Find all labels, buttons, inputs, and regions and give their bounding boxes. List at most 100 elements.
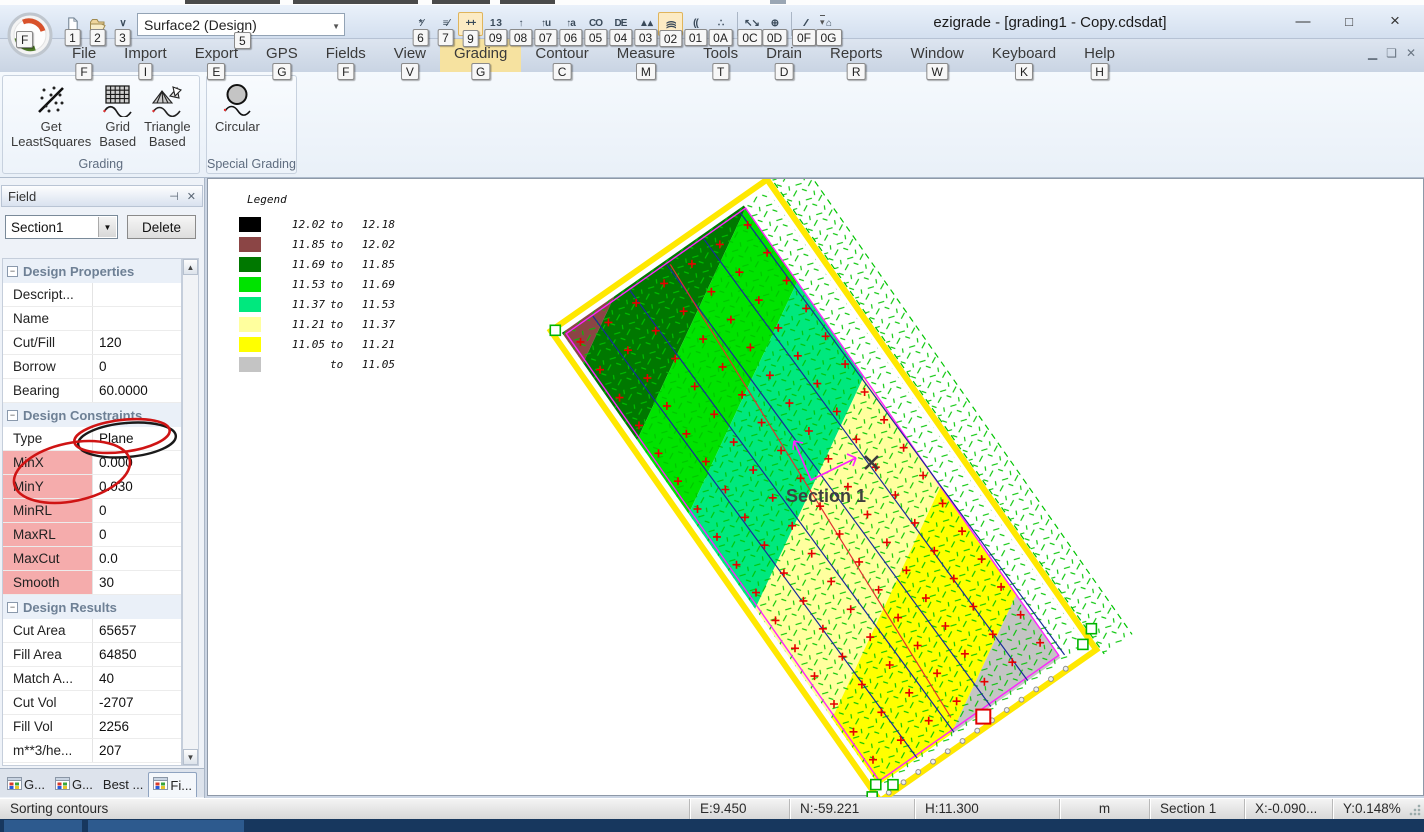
property-value[interactable]: 65657 xyxy=(93,619,181,642)
grid-based-button[interactable]: GridBased xyxy=(95,78,140,156)
arcs-button[interactable]: ((01 xyxy=(683,12,708,36)
one-three-button[interactable]: 1 309 xyxy=(483,12,508,36)
property-value[interactable]: 64850 xyxy=(93,643,181,666)
property-value[interactable]: -2707 xyxy=(93,691,181,714)
drawing-canvas[interactable]: Section 1 Legend 12.02to12.1811.85to12.0… xyxy=(207,178,1424,796)
panel-tab-label: G... xyxy=(72,777,93,792)
plus-plus-button[interactable]: ++9 xyxy=(458,12,483,36)
collapse-icon[interactable]: − xyxy=(7,602,18,613)
keytip-badge: E xyxy=(207,63,225,80)
ribbon-options-chevron-icon[interactable]: ▾ xyxy=(820,15,825,27)
property-value[interactable]: 2256 xyxy=(93,715,181,738)
tab-label: Help xyxy=(1084,45,1115,62)
property-value[interactable]: 0 xyxy=(93,523,181,546)
arrow-up-a-button[interactable]: ↑a06 xyxy=(558,12,583,36)
property-value[interactable]: 0.0 xyxy=(93,547,181,570)
dots-button[interactable]: ∴0A xyxy=(708,12,733,36)
resize-grip[interactable] xyxy=(1408,803,1422,817)
chevron-down-button[interactable]: ∨3 xyxy=(110,12,135,36)
section-title: Design Properties xyxy=(23,264,134,279)
panel-title: Field xyxy=(8,189,36,204)
minimize-button[interactable]: — xyxy=(1280,7,1326,35)
panel-tab-fi[interactable]: Fi... xyxy=(148,772,197,797)
triangles-icon: ▲▴ xyxy=(639,19,652,29)
dots-icon: ∴ xyxy=(718,19,723,29)
tab-view[interactable]: ViewV xyxy=(380,39,440,72)
property-value[interactable]: 207 xyxy=(93,739,181,762)
tab-help[interactable]: HelpH xyxy=(1070,39,1129,72)
legend-entry: 11.37to11.53 xyxy=(239,294,395,314)
keytip-badge: 08 xyxy=(509,29,532,46)
mdi-restore-button[interactable]: ❏ xyxy=(1386,47,1397,59)
triangles-button[interactable]: ▲▴03 xyxy=(633,12,658,36)
collapse-icon[interactable]: − xyxy=(7,410,18,421)
surface-selector-combobox[interactable]: Surface2 (Design) ▼ 5 xyxy=(137,13,345,36)
property-value[interactable]: 120 xyxy=(93,331,181,354)
property-label: MinX xyxy=(3,451,93,474)
application-window: F 12∨3 Surface2 (Design) ▼ 5 *∕6≡∕7++91 … xyxy=(0,0,1424,832)
scroll-up-icon[interactable]: ▲ xyxy=(183,259,198,275)
legend-entry: 11.21to11.37 xyxy=(239,314,395,334)
property-value[interactable] xyxy=(93,307,181,330)
mdi-close-button[interactable]: ✕ xyxy=(1406,47,1416,59)
surface-selector-value: Surface2 (Design) xyxy=(144,17,257,33)
application-menu-button[interactable]: F xyxy=(7,12,53,58)
expand-arrows-button[interactable]: ↖↘0C xyxy=(737,12,762,36)
target-button[interactable]: ⊕0D xyxy=(762,12,787,36)
close-button[interactable]: × xyxy=(1372,7,1418,35)
panel-tab-best[interactable]: Best ... xyxy=(98,772,148,797)
keytip-badge: 03 xyxy=(634,29,657,46)
keytip-badge: T xyxy=(712,63,729,80)
property-grid-scrollbar[interactable]: ▲ ▼ xyxy=(182,258,199,766)
tab-fields[interactable]: FieldsF xyxy=(312,39,380,72)
group-label: Special Grading xyxy=(207,156,296,173)
property-value[interactable]: 0 xyxy=(93,499,181,522)
tab-label: Keyboard xyxy=(992,45,1056,62)
panel-close-icon[interactable]: ✕ xyxy=(187,190,196,203)
section-header-design-results[interactable]: −Design Results xyxy=(3,595,181,619)
arrow-up-bar-button[interactable]: ↑08 xyxy=(508,12,533,36)
collapse-icon[interactable]: − xyxy=(7,266,18,277)
property-value[interactable]: 0.000 xyxy=(93,451,181,474)
get-leastsquares-button[interactable]: GetLeastSquares xyxy=(7,78,95,156)
levels-line-button[interactable]: ≡∕7 xyxy=(433,12,458,36)
delete-button[interactable]: Delete xyxy=(127,215,196,239)
new-document-button[interactable]: 1 xyxy=(60,12,85,36)
bottom-edge-strip xyxy=(0,819,1424,832)
property-value[interactable]: 40 xyxy=(93,667,181,690)
field-selector-combobox[interactable]: Section1 ▼ xyxy=(5,215,118,239)
property-value[interactable] xyxy=(93,283,181,306)
panel-tab-g[interactable]: G... xyxy=(2,772,50,797)
tab-window[interactable]: WindowW xyxy=(897,39,978,72)
arrow-up-u-button[interactable]: ↑u07 xyxy=(533,12,558,36)
ribbon-content: GetLeastSquaresGridBasedTriangleBasedGra… xyxy=(0,72,1424,178)
pin-icon[interactable]: ⊣ xyxy=(169,190,179,203)
star-line-button[interactable]: *∕6 xyxy=(408,12,433,36)
signal-button[interactable]: (((02 xyxy=(658,12,683,36)
section-header-design-properties[interactable]: −Design Properties xyxy=(3,259,181,283)
property-value[interactable]: 0.030 xyxy=(93,475,181,498)
property-row: Fill Area64850 xyxy=(3,643,181,667)
property-value[interactable]: 60.0000 xyxy=(93,379,181,402)
quick-access-toolbar-right: *∕6≡∕7++91 309↑08↑u07↑a06CO05DE04▲▴03(((… xyxy=(408,10,841,38)
de-button[interactable]: DE04 xyxy=(608,12,633,36)
triangle-based-button[interactable]: TriangleBased xyxy=(140,78,194,156)
pencils-button[interactable]: ∕∕0F xyxy=(791,12,816,36)
scroll-down-icon[interactable]: ▼ xyxy=(183,749,198,765)
plus-plus-icon: ++ xyxy=(466,19,476,29)
tab-gps[interactable]: GPSG xyxy=(252,39,312,72)
panel-tab-g[interactable]: G... xyxy=(50,772,98,797)
section-header-design-constraints[interactable]: −Design Constraints xyxy=(3,403,181,427)
open-folder-button[interactable]: 2 xyxy=(85,12,110,36)
maximize-button[interactable]: □ xyxy=(1326,7,1372,35)
property-value[interactable]: 0 xyxy=(93,355,181,378)
tab-keyboard[interactable]: KeyboardK xyxy=(978,39,1070,72)
property-value[interactable]: 30 xyxy=(93,571,181,594)
circular-button[interactable]: Circular xyxy=(211,78,264,156)
map-legend: Legend 12.02to12.1811.85to12.0211.69to11… xyxy=(239,193,395,374)
property-value[interactable]: Plane xyxy=(93,427,181,450)
co-button[interactable]: CO05 xyxy=(583,12,608,36)
status-northing: N:-59.221 xyxy=(790,799,915,819)
keytip-badge: D xyxy=(775,63,794,80)
mdi-minimize-button[interactable]: ▁ xyxy=(1368,47,1377,59)
